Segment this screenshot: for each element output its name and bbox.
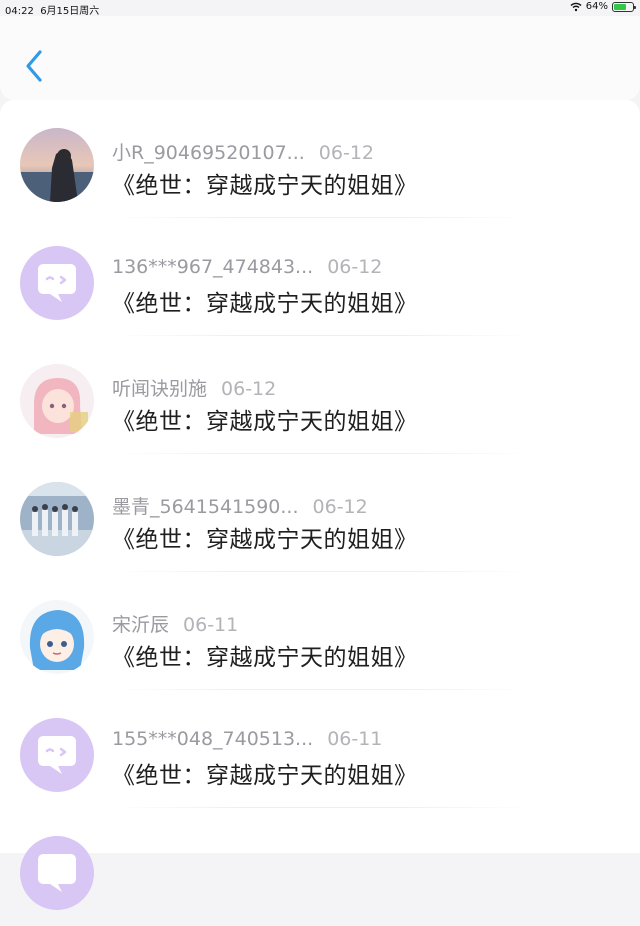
avatar[interactable]	[20, 718, 94, 792]
anime-avatar-icon	[20, 600, 94, 674]
avatar[interactable]	[20, 482, 94, 556]
book-title[interactable]: 《绝世：穿越成宁天的姐姐》	[112, 166, 418, 200]
list-item[interactable]: 听闻诀别施 06-12 《绝世：穿越成宁天的姐姐》	[0, 336, 640, 454]
user-name[interactable]: 宋沂辰	[112, 614, 169, 636]
avatar[interactable]	[20, 600, 94, 674]
item-meta: 136***967_474843... 06-12	[112, 256, 382, 278]
list-item[interactable]: 墨青_5641541590... 06-12 《绝世：穿越成宁天的姐姐》	[0, 454, 640, 572]
item-meta: 宋沂辰 06-11	[112, 610, 238, 637]
book-title[interactable]: 《绝世：穿越成宁天的姐姐》	[112, 520, 418, 554]
user-name[interactable]: 墨青_5641541590...	[112, 496, 299, 518]
avatar[interactable]	[20, 836, 94, 910]
book-title[interactable]: 《绝世：穿越成宁天的姐姐》	[112, 402, 418, 436]
back-button[interactable]	[20, 46, 48, 86]
wifi-icon	[570, 2, 582, 11]
user-name[interactable]: 136***967_474843...	[112, 256, 313, 278]
status-bar: 04:22 6月15日周六 64%	[0, 0, 640, 17]
list-item[interactable]	[0, 808, 640, 926]
battery-icon	[612, 1, 636, 12]
battery-percent: 64%	[585, 1, 608, 12]
list-item[interactable]: 136***967_474843... 06-12 《绝世：穿越成宁天的姐姐》	[0, 218, 640, 336]
user-name[interactable]: 听闻诀别施	[112, 378, 207, 400]
user-name[interactable]: 155***048_740513...	[112, 728, 313, 750]
item-date: 06-12	[327, 256, 383, 278]
item-meta: 墨青_5641541590... 06-12	[112, 492, 368, 519]
book-title[interactable]: 《绝世：穿越成宁天的姐姐》	[112, 638, 418, 672]
battery-fill	[614, 3, 626, 10]
book-title[interactable]: 《绝世：穿越成宁天的姐姐》	[112, 284, 418, 318]
status-right: 64%	[570, 1, 636, 12]
anime-avatar-icon	[20, 364, 94, 438]
item-date: 06-11	[183, 614, 239, 636]
chat-bubble-icon	[20, 246, 94, 320]
item-date: 06-12	[221, 378, 277, 400]
item-meta: 小R_90469520107... 06-12	[112, 138, 374, 165]
chat-bubble-icon	[20, 718, 94, 792]
user-name[interactable]: 小R_90469520107...	[112, 142, 305, 164]
avatar[interactable]	[20, 246, 94, 320]
reader-list: 小R_90469520107... 06-12 《绝世：穿越成宁天的姐姐》 136…	[0, 100, 640, 910]
avatar[interactable]	[20, 128, 94, 202]
item-meta: 155***048_740513... 06-11	[112, 728, 382, 750]
avatar[interactable]	[20, 364, 94, 438]
item-date: 06-11	[327, 728, 383, 750]
item-date: 06-12	[312, 496, 368, 518]
photo-avatar-icon	[20, 128, 94, 202]
book-title[interactable]: 《绝世：穿越成宁天的姐姐》	[112, 756, 418, 790]
list-item[interactable]: 小R_90469520107... 06-12 《绝世：穿越成宁天的姐姐》	[0, 100, 640, 218]
item-date: 06-12	[318, 142, 375, 164]
photo-avatar-icon	[20, 482, 94, 556]
list-item[interactable]: 宋沂辰 06-11 《绝世：穿越成宁天的姐姐》	[0, 572, 640, 690]
status-time-date: 04:22 6月15日周六	[5, 2, 99, 17]
chevron-left-icon	[26, 50, 42, 82]
item-meta: 听闻诀别施 06-12	[112, 374, 276, 401]
item-meta	[112, 846, 126, 868]
nav-bar	[0, 16, 640, 100]
chat-bubble-icon	[20, 836, 94, 910]
list-item[interactable]: 155***048_740513... 06-11 《绝世：穿越成宁天的姐姐》	[0, 690, 640, 808]
